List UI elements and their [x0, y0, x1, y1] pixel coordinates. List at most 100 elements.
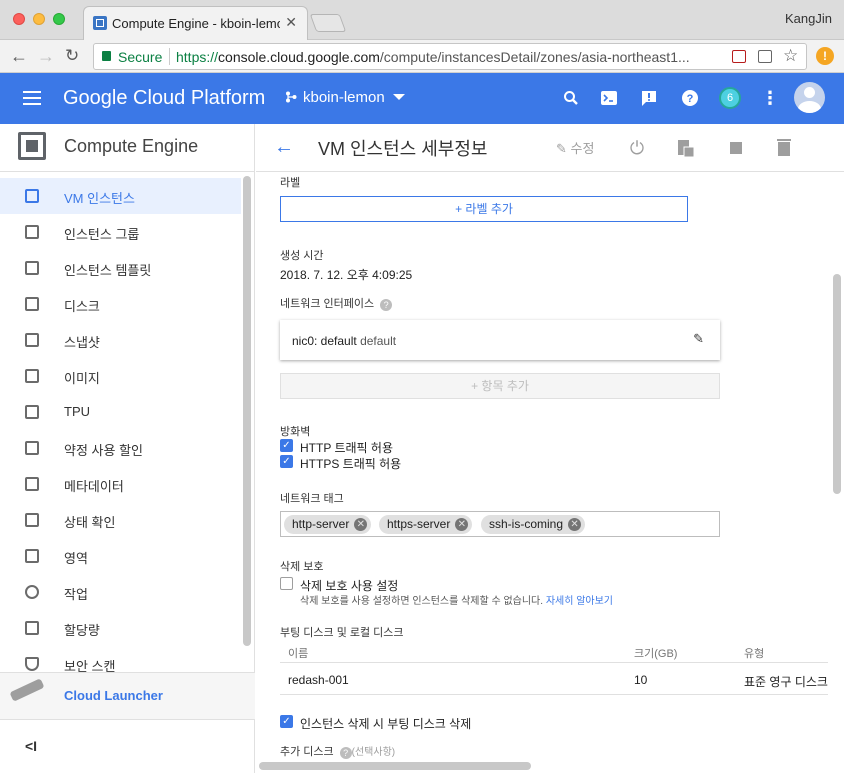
sidebar-item-instance-groups[interactable]: 인스턴스 그룹	[0, 214, 241, 250]
alert-icon[interactable]	[638, 87, 660, 109]
sidebar-item-committed-use[interactable]: 약정 사용 할인	[0, 430, 241, 466]
chevron-down-icon	[392, 94, 405, 100]
sidebar-item-label: 인스턴스 그룹	[64, 227, 140, 242]
add-item-button[interactable]: + 항목 추가	[280, 373, 720, 399]
brand-title[interactable]: Google Cloud Platform	[63, 87, 265, 110]
https-checkbox[interactable]: ✓	[280, 455, 293, 468]
back-arrow-icon[interactable]: ←	[274, 136, 294, 159]
sidebar-item-zones[interactable]: 영역	[0, 538, 241, 574]
sidebar-item-metadata[interactable]: 메타데이터	[0, 466, 241, 502]
learn-more-link[interactable]: 자세히 알아보기	[546, 596, 613, 607]
ssh-icon[interactable]	[677, 138, 695, 158]
content-vertical-scrollbar[interactable]	[833, 274, 841, 494]
sidebar-item-label: 할당량	[64, 623, 100, 638]
sidebar-header: Compute Engine	[0, 124, 255, 172]
address-separator	[169, 48, 170, 65]
hamburger-menu-icon[interactable]	[23, 91, 41, 105]
power-icon[interactable]: ⏻	[628, 138, 646, 158]
column-header-size: 크기(GB)	[634, 648, 678, 660]
close-tab-icon[interactable]: ✕	[285, 14, 297, 31]
stop-icon[interactable]	[727, 138, 745, 158]
sidebar-item-snapshots[interactable]: 스냅샷	[0, 322, 241, 358]
translate-icon[interactable]	[758, 50, 772, 63]
url-text[interactable]: https://console.cloud.google.com/compute…	[176, 49, 721, 65]
sidebar-scrollbar[interactable]	[243, 176, 251, 646]
cloud-shell-icon[interactable]	[598, 87, 620, 109]
sidebar-item-quotas[interactable]: 할당량	[0, 610, 241, 646]
sidebar-item-instance-templates[interactable]: 인스턴스 템플릿	[0, 250, 241, 286]
sidebar-item-label: 스냅샷	[64, 335, 100, 350]
sidebar-item-tpu[interactable]: TPU	[0, 394, 241, 430]
project-selector[interactable]: kboin-lemon	[285, 89, 405, 106]
tpu-icon	[25, 405, 39, 419]
network-interfaces-label: 네트워크 인터페이스	[280, 298, 375, 310]
deletion-protection-checkbox[interactable]	[280, 577, 293, 590]
table-row: redash-001 10 표준 영구 디스크	[280, 663, 828, 695]
blocked-popup-icon[interactable]	[732, 50, 746, 63]
tag-text: ssh-is-coming	[489, 517, 564, 531]
extension-warning-icon[interactable]: !	[816, 47, 834, 65]
help-icon[interactable]: ?	[679, 87, 701, 109]
edit-pencil-icon[interactable]: ✎	[693, 331, 704, 347]
disk-icon	[25, 297, 39, 311]
back-arrow-icon[interactable]: ←	[10, 46, 28, 67]
notifications-badge[interactable]: 6	[719, 87, 741, 109]
additional-disks-title: 추가 디스크? (선택사항)	[280, 743, 395, 759]
bookmark-star-icon[interactable]: ☆	[783, 46, 798, 66]
column-header-type: 유형	[744, 648, 765, 660]
creation-time-value: 2018. 7. 12. 오후 4:09:25	[280, 268, 413, 282]
reload-icon[interactable]: ↻	[65, 46, 79, 66]
search-icon[interactable]	[560, 87, 582, 109]
cloud-launcher-label: Cloud Launcher	[64, 688, 163, 703]
network-interfaces-title: 네트워크 인터페이스?	[280, 295, 393, 311]
edit-button[interactable]: ✎ 수정	[556, 138, 594, 157]
sidebar-title: Compute Engine	[64, 136, 199, 156]
sidebar-item-vm-instances[interactable]: VM 인스턴스	[0, 178, 241, 214]
remove-tag-icon[interactable]: ✕	[354, 518, 368, 531]
disk-table: 이름 크기(GB) 유형 redash-001 10 표준 영구 디스크	[280, 639, 828, 695]
forward-arrow-icon[interactable]: →	[37, 46, 55, 67]
clock-icon	[25, 585, 39, 599]
delete-trash-icon[interactable]	[775, 138, 793, 158]
network-tags-input[interactable]: http-server ✕ https-server ✕ ssh-is-coming…	[280, 511, 720, 537]
disk-size: 10	[634, 673, 648, 687]
remove-tag-icon[interactable]: ✕	[568, 518, 582, 531]
profile-name[interactable]: KangJin	[785, 11, 832, 26]
quota-icon	[25, 621, 39, 635]
cloud-launcher-link[interactable]: Cloud Launcher	[0, 672, 255, 720]
remove-tag-icon[interactable]: ✕	[455, 518, 469, 531]
health-check-icon	[25, 513, 39, 527]
minimize-window-icon[interactable]	[33, 13, 45, 25]
optional-label: (선택사항)	[351, 747, 396, 758]
avatar[interactable]	[794, 82, 825, 113]
disk-name[interactable]: redash-001	[288, 673, 349, 687]
sidebar-item-health-checks[interactable]: 상태 확인	[0, 502, 241, 538]
delete-boot-disk-checkbox[interactable]: ✓	[280, 715, 293, 728]
project-tree-icon	[286, 91, 297, 103]
maximize-window-icon[interactable]	[53, 13, 65, 25]
url-scheme: https://	[176, 49, 219, 65]
tag-text: http-server	[292, 517, 350, 531]
http-checkbox[interactable]: ✓	[280, 439, 293, 452]
sidebar-item-operations[interactable]: 작업	[0, 574, 241, 610]
network-interface-card[interactable]: nic0: default default ✎	[280, 320, 720, 360]
browser-tab[interactable]: Compute Engine - kboin-lemon ✕	[83, 6, 308, 40]
deletion-protection-hint: 삭제 보호를 사용 설정하면 인스턴스를 삭제할 수 없습니다. 자세히 알아보…	[300, 592, 613, 607]
content-horizontal-scrollbar[interactable]	[259, 762, 531, 770]
close-window-icon[interactable]	[13, 13, 25, 25]
collapse-sidebar-icon[interactable]: <I	[25, 738, 37, 754]
address-bar[interactable]: Secure https://console.cloud.google.com/…	[93, 43, 807, 70]
sidebar-item-images[interactable]: 이미지	[0, 358, 241, 394]
help-circle-icon[interactable]: ?	[339, 747, 352, 759]
help-circle-icon[interactable]: ?	[380, 299, 393, 311]
url-path: /compute/instancesDetail/zones/asia-nort…	[379, 49, 690, 65]
deletion-protection-title: 삭제 보호	[280, 561, 324, 573]
sidebar-item-disks[interactable]: 디스크	[0, 286, 241, 322]
new-tab-button[interactable]	[309, 14, 347, 32]
sidebar-item-label: 인스턴스 템플릿	[64, 263, 152, 278]
page-title: VM 인스턴스 세부정보	[318, 139, 488, 159]
instance-group-icon	[25, 225, 39, 239]
project-name: kboin-lemon	[303, 89, 385, 106]
more-vert-icon[interactable]: ⋮	[759, 87, 781, 109]
add-label-button[interactable]: + 라벨 추가	[280, 196, 688, 222]
